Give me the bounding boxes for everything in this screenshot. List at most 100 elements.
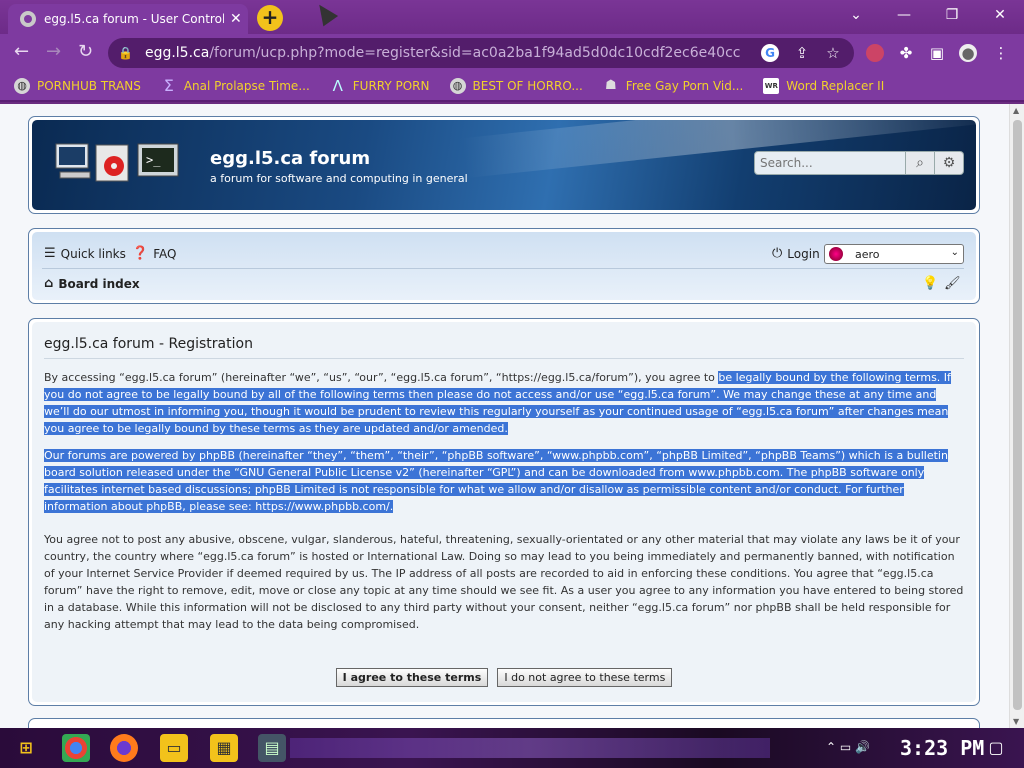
page-viewport: >_ egg.l5.ca forum a forum for software … [0,104,1009,728]
extension-avatar-icon[interactable] [866,44,884,62]
wr-icon: WR [763,78,780,94]
mouse-cursor-icon [311,0,339,27]
scroll-up-icon[interactable]: ▲ [1013,106,1019,115]
paintbrush-icon[interactable]: 🖌 [944,276,961,291]
tab-search-icon[interactable]: ⌄ [832,0,880,30]
reload-icon[interactable]: ↻ [78,42,93,62]
breadcrumb-board-index[interactable]: ⌂ Board index [44,276,140,291]
terms-button-row: I agree to these terms I do not agree to… [32,666,976,687]
login-link[interactable]: ⏻ Login [772,246,820,261]
url-path: /forum/ucp.php?mode=register&sid=ac0a2ba… [209,45,741,61]
file-explorer-icon[interactable]: ▭ [160,734,188,762]
tab-strip: egg.l5.ca forum - User Control P ✕ + ⌄ —… [0,0,1024,34]
header-banner: >_ egg.l5.ca forum a forum for software … [32,120,976,210]
search-icon[interactable]: ⌕ [906,151,935,175]
url-host: egg.l5.ca [144,45,210,61]
search-input[interactable] [754,151,906,175]
lightbulb-icon[interactable]: 💡 [922,276,938,291]
site-description: a forum for software and computing in ge… [210,172,468,185]
terms-paragraph-3: You agree not to post any abusive, obsce… [44,533,964,631]
address-bar[interactable]: 🔒 egg.l5.ca/forum/ucp.php?mode=register&… [108,38,854,68]
bot-icon: ☗ [604,78,617,93]
minimize-button[interactable]: — [880,0,928,30]
tab-close-icon[interactable]: ✕ [230,11,242,27]
bookmark-item[interactable]: ☗ Free Gay Porn Vid... [603,78,743,94]
profile-icon[interactable]: ● [959,44,977,62]
bookmark-label: FURRY PORN [352,79,430,93]
home-icon: ⌂ [44,276,54,291]
navbar-divider [42,268,964,269]
taskbar: ⊞ ▭ ▦ ▤ ⌃ ▭ 🔊 3:23 PM ▢ [0,728,1024,768]
site-title[interactable]: egg.l5.ca forum [210,148,370,169]
bookmark-item[interactable]: Λ FURRY PORN [330,78,430,94]
side-panel-icon[interactable]: ▣ [928,44,946,62]
browser-toolbar: ← → ↻ 🔒 egg.l5.ca/forum/ucp.php?mode=reg… [0,34,1024,72]
back-arrow-icon[interactable]: ← [14,42,29,62]
scroll-down-icon[interactable]: ▼ [1013,717,1019,726]
scrollbar-thumb[interactable] [1013,120,1022,710]
site-logo-icon[interactable]: >_ [54,142,182,190]
style-select[interactable]: aero ⌄ [824,244,964,264]
new-tab-button[interactable]: + [257,5,283,31]
terms-paragraph-2: Our forums are powered by phpBB (hereina… [44,447,964,515]
registration-panel: egg.l5.ca forum - Registration By access… [28,318,980,706]
menu-kebab-icon[interactable]: ⋮ [992,44,1010,62]
login-label: Login [787,246,820,261]
terms-text-plain: By accessing “egg.l5.ca forum” (hereinaf… [44,371,719,384]
google-lens-icon[interactable]: G [761,44,779,62]
chrome-icon[interactable] [62,734,90,762]
bookmark-item[interactable]: WR Word Replacer II [763,78,884,94]
taskbar-app-icon[interactable]: ▦ [210,734,238,762]
active-tab[interactable]: egg.l5.ca forum - User Control P ✕ [8,4,248,34]
sigma-icon: Σ [163,76,174,95]
site-header: >_ egg.l5.ca forum a forum for software … [28,116,980,214]
close-window-button[interactable]: ✕ [976,0,1024,30]
bookmark-item[interactable]: Σ Anal Prolapse Time... [161,78,310,94]
faq-link[interactable]: ❓ FAQ [132,246,176,261]
power-icon: ⏻ [772,246,783,261]
bookmark-label: BEST OF HORRO... [472,79,583,93]
bookmark-label: Free Gay Porn Vid... [625,79,744,93]
question-circle-icon: ❓ [132,246,149,261]
terminal-app-icon[interactable]: ▤ [258,734,286,762]
advanced-search-gear-icon[interactable]: ⚙ [935,151,964,175]
share-icon[interactable]: ⇪ [793,44,811,62]
svg-text:>_: >_ [146,153,161,167]
url-text[interactable]: egg.l5.ca/forum/ucp.php?mode=register&si… [145,45,741,61]
style-theme-icon [829,247,843,261]
page-scrollbar[interactable]: ▲ ▼ [1009,104,1024,728]
extensions-puzzle-icon[interactable]: ✤ [897,44,915,62]
forward-arrow-icon[interactable]: → [46,42,61,62]
chevron-down-icon: ⌄ [950,247,959,258]
start-button-icon[interactable]: ⊞ [12,734,40,762]
style-selected-value: aero [855,247,880,261]
globe-icon: ◍ [449,78,466,94]
disagree-button[interactable]: I do not agree to these terms [497,668,673,687]
bookmark-label: PORNHUB TRANS [37,79,141,93]
system-tray-icons[interactable]: ⌃ ▭ 🔊 [826,740,870,754]
bookmarks-bar: ◍ PORNHUB TRANS Σ Anal Prolapse Time... ΛF… [0,72,1024,102]
agree-button[interactable]: I agree to these terms [335,668,489,687]
taskbar-clock[interactable]: 3:23 PM [900,736,984,760]
hamburger-icon: ☰ [44,246,56,261]
tab-title: egg.l5.ca forum - User Control P [44,12,224,26]
quick-links-label: Quick links [60,246,126,261]
navbar: ☰ Quick links ❓ FAQ ⏻ Login aero ⌄ ⌂ Boa… [28,228,980,304]
notification-icon[interactable]: ▢ [982,734,1010,762]
restore-button[interactable]: ❐ [928,0,976,30]
search-box: ⌕ ⚙ [754,151,964,175]
globe-icon: ◍ [14,78,30,94]
bookmark-item[interactable]: ◍ BEST OF HORRO... [449,78,583,94]
footer-panel-partial [28,718,980,728]
page-title: egg.l5.ca forum - Registration [44,336,964,359]
bookmark-label: Word Replacer II [786,79,885,93]
bookmark-item[interactable]: ◍ PORNHUB TRANS [14,78,141,94]
bookmark-star-icon[interactable]: ☆ [824,44,842,62]
firefox-icon[interactable] [110,734,138,762]
terms-text-selected: Our forums are powered by phpBB (hereina… [44,449,948,513]
lock-icon: 🔒 [118,46,133,60]
terms-paragraph-1: By accessing “egg.l5.ca forum” (hereinaf… [44,369,964,437]
quick-links-menu[interactable]: ☰ Quick links [44,246,126,261]
registration-panel-inner: egg.l5.ca forum - Registration By access… [32,322,976,702]
lambda-icon: Λ [332,77,343,95]
